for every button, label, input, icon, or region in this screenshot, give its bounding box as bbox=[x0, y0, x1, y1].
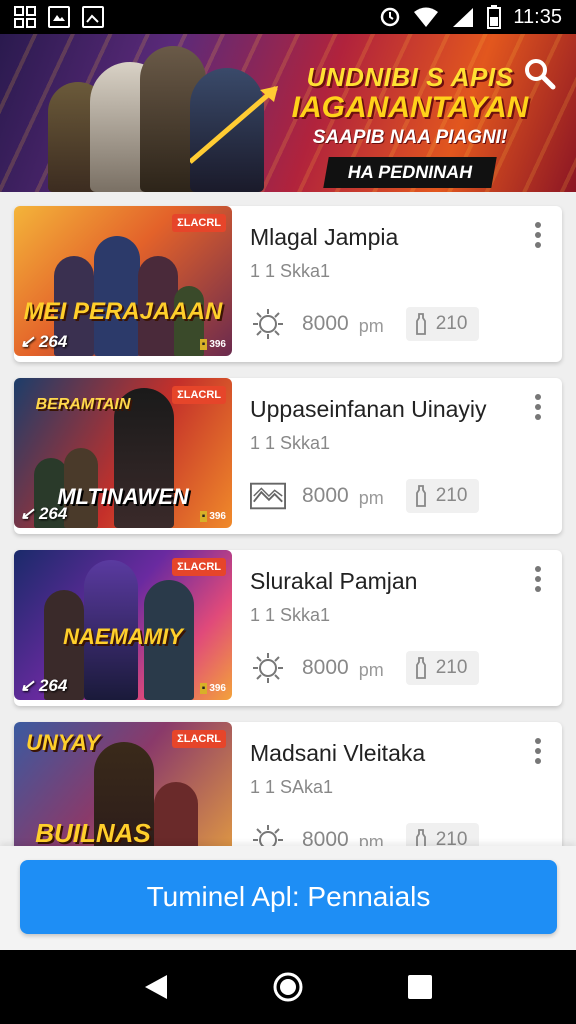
thumbnail-art-top: BERAMTAIN bbox=[35, 396, 131, 413]
game-time: 8000 bbox=[302, 484, 349, 507]
sun-icon bbox=[250, 650, 286, 686]
status-time: 11:35 bbox=[513, 5, 562, 28]
thumbnail-count: ↙ 264 bbox=[20, 676, 68, 695]
game-subtitle: 1 1 Skka1 bbox=[250, 261, 331, 281]
signal-icon bbox=[453, 8, 474, 27]
game-time-unit: pm bbox=[358, 659, 384, 680]
thumbnail-tag: ΣLACRL bbox=[172, 730, 226, 748]
game-time: 8000 bbox=[302, 312, 349, 335]
battery-icon bbox=[487, 5, 502, 29]
game-info: Uppaseinfanan Uinayiy 1 1 Skka1 bbox=[250, 396, 552, 454]
game-title: Mlagal Jampia bbox=[250, 224, 399, 250]
thumbnail-art-text: BUILNAS bbox=[35, 818, 151, 848]
promo-banner[interactable]: UNDNIBI S APIS IAGANANTAYAN SAAPIB NAA P… bbox=[0, 34, 576, 192]
game-time: 8000 bbox=[302, 656, 349, 679]
back-icon[interactable] bbox=[136, 967, 176, 1007]
thumbnail-rating: ▪ 396 bbox=[199, 683, 226, 694]
bottle-icon bbox=[415, 313, 426, 335]
sun-icon bbox=[250, 306, 286, 342]
game-thumbnail[interactable]: ΣLACRL NAEMAMIY ↙ 264 ▪ 396 bbox=[14, 550, 232, 700]
system-nav-bar bbox=[0, 950, 576, 1024]
game-title: Madsani Vleitaka bbox=[250, 740, 426, 766]
grid-icon bbox=[14, 6, 36, 28]
more-options-icon[interactable] bbox=[528, 392, 548, 422]
game-meta: 8000 pm 210 bbox=[250, 306, 510, 342]
game-thumbnail[interactable]: ΣLACRL BERAMTAIN MLTINAWEN ↙ 264 ▪ 396 bbox=[14, 378, 232, 528]
recents-icon[interactable] bbox=[400, 967, 440, 1007]
wifi-icon bbox=[414, 7, 439, 27]
game-meta: 8000 pm 210 bbox=[250, 478, 510, 514]
game-subtitle: 1 1 Skka1 bbox=[250, 605, 331, 625]
primary-action-button[interactable]: Tuminel Apl: Pennaials bbox=[20, 860, 557, 934]
home-icon[interactable] bbox=[268, 967, 308, 1007]
status-left bbox=[14, 6, 104, 28]
game-subtitle: 1 1 Skka1 bbox=[250, 433, 331, 453]
bottom-action-area: Tuminel Apl: Pennaials bbox=[0, 846, 576, 950]
thumbnail-art-top: UNYAY bbox=[26, 730, 100, 755]
status-bar: 11:35 bbox=[0, 0, 576, 34]
banner-line1: UNDNIBI S APIS bbox=[306, 62, 514, 92]
game-meta: 8000 pm 210 bbox=[250, 650, 510, 686]
player-badge: 210 bbox=[405, 307, 480, 341]
game-title: Slurakal Pamjan bbox=[250, 568, 418, 594]
game-info: Madsani Vleitaka 1 1 SAka1 bbox=[250, 740, 552, 798]
search-icon[interactable] bbox=[522, 56, 558, 92]
banner-headline: UNDNIBI S APIS IAGANANTAYAN SAAPIB NAA P… bbox=[290, 62, 530, 188]
list-item[interactable]: ΣLACRL BERAMTAIN MLTINAWEN ↙ 264 ▪ 396 Up… bbox=[14, 378, 562, 534]
banner-line4: HA PEDNINAH bbox=[323, 157, 497, 188]
thumbnail-tag: ΣLACRL bbox=[172, 214, 226, 232]
thumbnail-rating: ▪ 396 bbox=[199, 511, 226, 522]
banner-line3: SAAPIB NAA PIAGNI! bbox=[312, 127, 508, 148]
more-options-icon[interactable] bbox=[528, 564, 548, 594]
thumbnail-art-text: MEI PERAJAAAN bbox=[23, 298, 223, 325]
player-badge: 210 bbox=[405, 479, 480, 513]
thumbnail-count: ↙ 264 bbox=[20, 504, 68, 523]
player-badge: 210 bbox=[405, 651, 480, 685]
game-info: Mlagal Jampia 1 1 Skka1 bbox=[250, 224, 552, 282]
game-title: Uppaseinfanan Uinayiy bbox=[250, 396, 487, 422]
more-options-icon[interactable] bbox=[528, 220, 548, 250]
banner-heroes-art bbox=[40, 44, 290, 192]
photo-icon bbox=[82, 6, 104, 28]
thumbnail-count: ↙ 264 bbox=[20, 332, 68, 351]
game-thumbnail[interactable]: ΣLACRL MEI PERAJAAAN ↙ 264 ▪ 396 bbox=[14, 206, 232, 356]
game-info: Slurakal Pamjan 1 1 Skka1 bbox=[250, 568, 552, 626]
game-time-unit: pm bbox=[358, 315, 384, 336]
bottle-icon bbox=[415, 657, 426, 679]
image-icon bbox=[48, 6, 70, 28]
game-list: ΣLACRL MEI PERAJAAAN ↙ 264 ▪ 396 Mlagal J… bbox=[14, 206, 562, 894]
list-item[interactable]: ΣLACRL NAEMAMIY ↙ 264 ▪ 396 Slurakal Pamj… bbox=[14, 550, 562, 706]
list-item[interactable]: ΣLACRL MEI PERAJAAAN ↙ 264 ▪ 396 Mlagal J… bbox=[14, 206, 562, 362]
sync-icon bbox=[381, 7, 400, 27]
thumbnail-tag: ΣLACRL bbox=[172, 558, 226, 576]
game-subtitle: 1 1 SAka1 bbox=[250, 777, 334, 797]
thumbnail-rating: ▪ 396 bbox=[199, 339, 226, 350]
chart-icon bbox=[250, 478, 286, 514]
thumbnail-art-text: NAEMAMIY bbox=[63, 624, 183, 649]
status-right: 11:35 bbox=[379, 5, 562, 29]
more-options-icon[interactable] bbox=[528, 736, 548, 766]
game-time-unit: pm bbox=[358, 487, 384, 508]
banner-line2: IAGANANTAYAN bbox=[291, 91, 529, 124]
bottle-icon bbox=[415, 485, 426, 507]
